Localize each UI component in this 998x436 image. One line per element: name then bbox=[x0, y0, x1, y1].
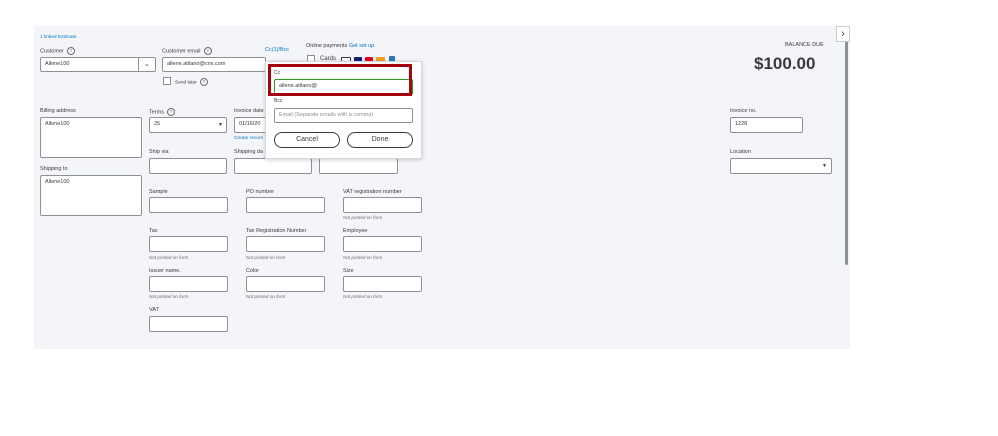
location-label: Location bbox=[730, 149, 751, 155]
chevron-down-icon[interactable]: ⌄ bbox=[144, 60, 150, 68]
location-select[interactable] bbox=[730, 158, 832, 174]
chevron-right-icon[interactable]: › bbox=[836, 26, 850, 42]
help-icon[interactable]: ? bbox=[166, 108, 175, 116]
send-later-checkbox[interactable] bbox=[163, 77, 171, 85]
billing-address-field[interactable]: Allene100 bbox=[40, 117, 142, 158]
linked-estimate-link[interactable]: 1 linked Estimate bbox=[40, 35, 77, 40]
send-later-label: Send later? bbox=[175, 78, 208, 86]
tax-label: Tax bbox=[149, 228, 158, 234]
terms-label: Terms? bbox=[149, 108, 175, 116]
vertical-scrollbar[interactable] bbox=[845, 40, 848, 265]
issuer-field[interactable] bbox=[149, 276, 228, 292]
not-printed-note: Not printed on form bbox=[343, 255, 383, 260]
not-printed-note: Not printed on form bbox=[343, 215, 383, 220]
shipping-to-field[interactable]: Allene100 bbox=[40, 175, 142, 216]
highlight-box bbox=[268, 64, 412, 96]
color-field[interactable] bbox=[246, 276, 325, 292]
sample-label: Sample bbox=[149, 189, 168, 195]
tracking-no-field[interactable] bbox=[319, 158, 398, 174]
invoice-no-value: 1228 bbox=[735, 121, 748, 127]
shipping-date-field[interactable] bbox=[234, 158, 312, 174]
po-number-label: PO number bbox=[246, 189, 275, 195]
not-printed-note: Not printed on form bbox=[149, 294, 189, 299]
help-icon[interactable]: ? bbox=[66, 47, 75, 55]
vat-label: VAT bbox=[149, 307, 159, 313]
cancel-button[interactable]: Cancel bbox=[274, 132, 340, 148]
customer-email-label: Customer email? bbox=[162, 47, 212, 55]
online-payments-text: Online payments bbox=[306, 43, 348, 49]
online-payments-label: Online payments Get set up bbox=[306, 43, 374, 49]
invoice-date-value: 01/16/20 bbox=[239, 121, 261, 127]
customer-email-value: allene.atilano@cnx.com bbox=[167, 61, 226, 67]
done-button[interactable]: Done bbox=[347, 132, 413, 148]
vat-field[interactable] bbox=[149, 316, 228, 332]
dropdown-arrow-icon[interactable]: ▼ bbox=[218, 122, 223, 128]
billing-address-value: Allene100 bbox=[45, 121, 70, 127]
customer-email-label-text: Customer email bbox=[162, 48, 201, 55]
tax-field[interactable] bbox=[149, 236, 228, 252]
customer-email-field[interactable]: allene.atilano@cnx.com bbox=[162, 57, 266, 72]
vat-reg-field[interactable] bbox=[343, 197, 422, 213]
terms-value: 25 bbox=[154, 121, 161, 127]
po-number-field[interactable] bbox=[246, 197, 325, 213]
invoice-no-field[interactable]: 1228 bbox=[730, 117, 803, 133]
size-field[interactable] bbox=[343, 276, 422, 292]
balance-due-label: BALANCE DUE bbox=[785, 42, 824, 48]
customer-label-text: Customer bbox=[40, 48, 64, 55]
get-set-up-link[interactable]: Get set up bbox=[349, 43, 374, 49]
invoice-date-field[interactable]: 01/16/20 bbox=[234, 117, 266, 133]
invoice-panel bbox=[34, 26, 850, 349]
not-printed-note: Not printed on form bbox=[343, 294, 383, 299]
terms-select[interactable]: 25 bbox=[149, 117, 227, 133]
sample-field[interactable] bbox=[149, 197, 228, 213]
cc-bcc-link[interactable]: Cc(1)/Bcc bbox=[265, 47, 289, 53]
create-recurring-link[interactable]: Create recurri bbox=[234, 136, 263, 141]
terms-label-text: Terms bbox=[149, 109, 164, 116]
dropdown-arrow-icon[interactable]: ▼ bbox=[822, 163, 827, 169]
shipping-date-label: Shipping da bbox=[234, 149, 264, 155]
bcc-placeholder: Email (Separate emails with a comma) bbox=[279, 112, 374, 118]
invoice-no-label: Invoice no. bbox=[730, 108, 757, 114]
vat-reg-label: VAT registration number bbox=[343, 189, 402, 195]
ship-via-field[interactable] bbox=[149, 158, 227, 174]
shipping-to-value: Allene100 bbox=[45, 179, 70, 185]
shipping-to-label: Shipping to bbox=[40, 166, 68, 172]
bcc-label: Bcc bbox=[274, 98, 283, 104]
help-icon[interactable]: ? bbox=[203, 47, 212, 55]
invoice-date-label: Invoice date bbox=[234, 108, 264, 114]
balance-due-value: $100.00 bbox=[754, 54, 816, 73]
size-label: Size bbox=[343, 268, 354, 274]
employee-label: Employee bbox=[343, 228, 368, 234]
not-printed-note: Not printed on form bbox=[246, 255, 286, 260]
billing-address-label: Billing address bbox=[40, 108, 76, 114]
color-label: Color bbox=[246, 268, 260, 274]
not-printed-note: Not printed on form bbox=[149, 255, 189, 260]
select-divider bbox=[138, 57, 139, 72]
tax-reg-field[interactable] bbox=[246, 236, 325, 252]
tax-reg-label: Tax Registration Number bbox=[246, 228, 307, 234]
employee-field[interactable] bbox=[343, 236, 422, 252]
customer-value: Allene100 bbox=[45, 61, 70, 67]
customer-label: Customer? bbox=[40, 47, 75, 55]
help-icon[interactable]: ? bbox=[199, 78, 208, 86]
bcc-email-field[interactable]: Email (Separate emails with a comma) bbox=[274, 108, 413, 123]
ship-via-label: Ship via bbox=[149, 149, 169, 155]
not-printed-note: Not printed on form bbox=[246, 294, 286, 299]
issuer-label: Issuer name. bbox=[149, 268, 181, 274]
send-later-text: Send later bbox=[175, 80, 197, 86]
